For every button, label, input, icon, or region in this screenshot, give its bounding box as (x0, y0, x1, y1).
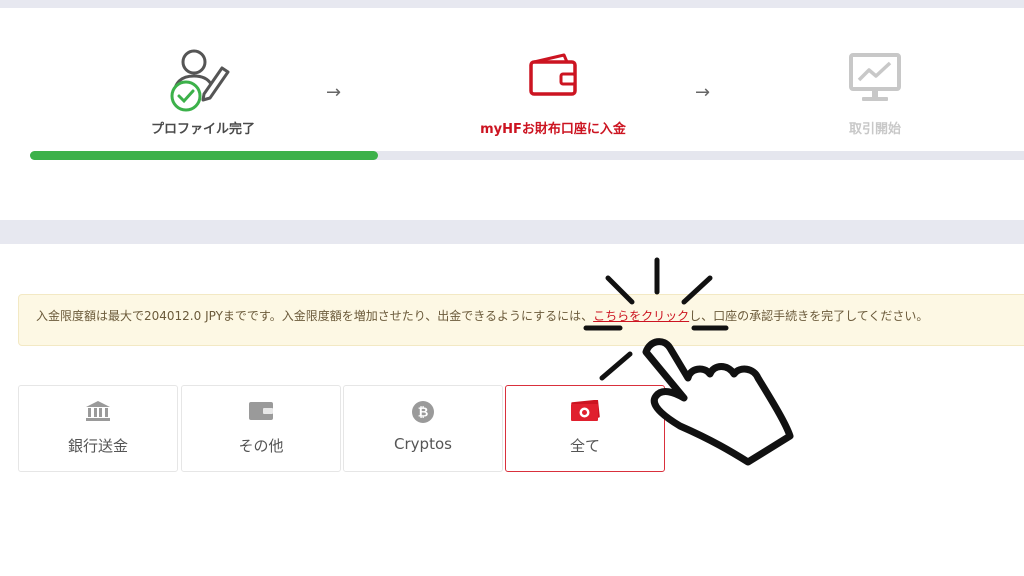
bank-icon (85, 400, 111, 426)
bitcoin-icon: ₿ (411, 400, 435, 428)
method-label: 銀行送金 (67, 437, 128, 455)
notice-text-before: 入金限度額は最大で204012.0 JPYまでです。入金限度額を増加させたり、出… (36, 309, 594, 323)
method-label: その他 (238, 437, 284, 455)
svg-text:₿: ₿ (418, 406, 429, 421)
method-tile-cryptos[interactable]: ₿ Cryptos (343, 385, 503, 472)
section-divider (0, 220, 1024, 244)
progress-fill (30, 151, 378, 160)
step-deposit: myHFお財布口座に入金 (453, 0, 653, 140)
monitor-chart-icon (848, 52, 902, 108)
arrow-right-icon: → (695, 82, 711, 103)
method-tile-bank-transfer[interactable]: 銀行送金 (18, 385, 178, 472)
method-tile-other[interactable]: その他 (181, 385, 341, 472)
arrow-right-icon: → (326, 82, 342, 103)
wallet-icon (528, 52, 578, 102)
click-hand-icon (572, 256, 802, 480)
step-label: プロファイル完了 (150, 122, 255, 137)
step-start-trading: 取引開始 (775, 0, 975, 140)
step-label: myHFお財布口座に入金 (480, 122, 626, 137)
method-label: Cryptos (394, 435, 452, 453)
user-edit-check-icon (168, 48, 238, 118)
deposit-limit-notice: 入金限度額は最大で204012.0 JPYまでです。入金限度額を増加させたり、出… (18, 294, 1024, 346)
step-profile-complete: プロファイル完了 (103, 0, 303, 140)
wallet-icon (248, 400, 274, 426)
step-label: 取引開始 (848, 122, 901, 137)
progress-bar (30, 151, 1024, 160)
